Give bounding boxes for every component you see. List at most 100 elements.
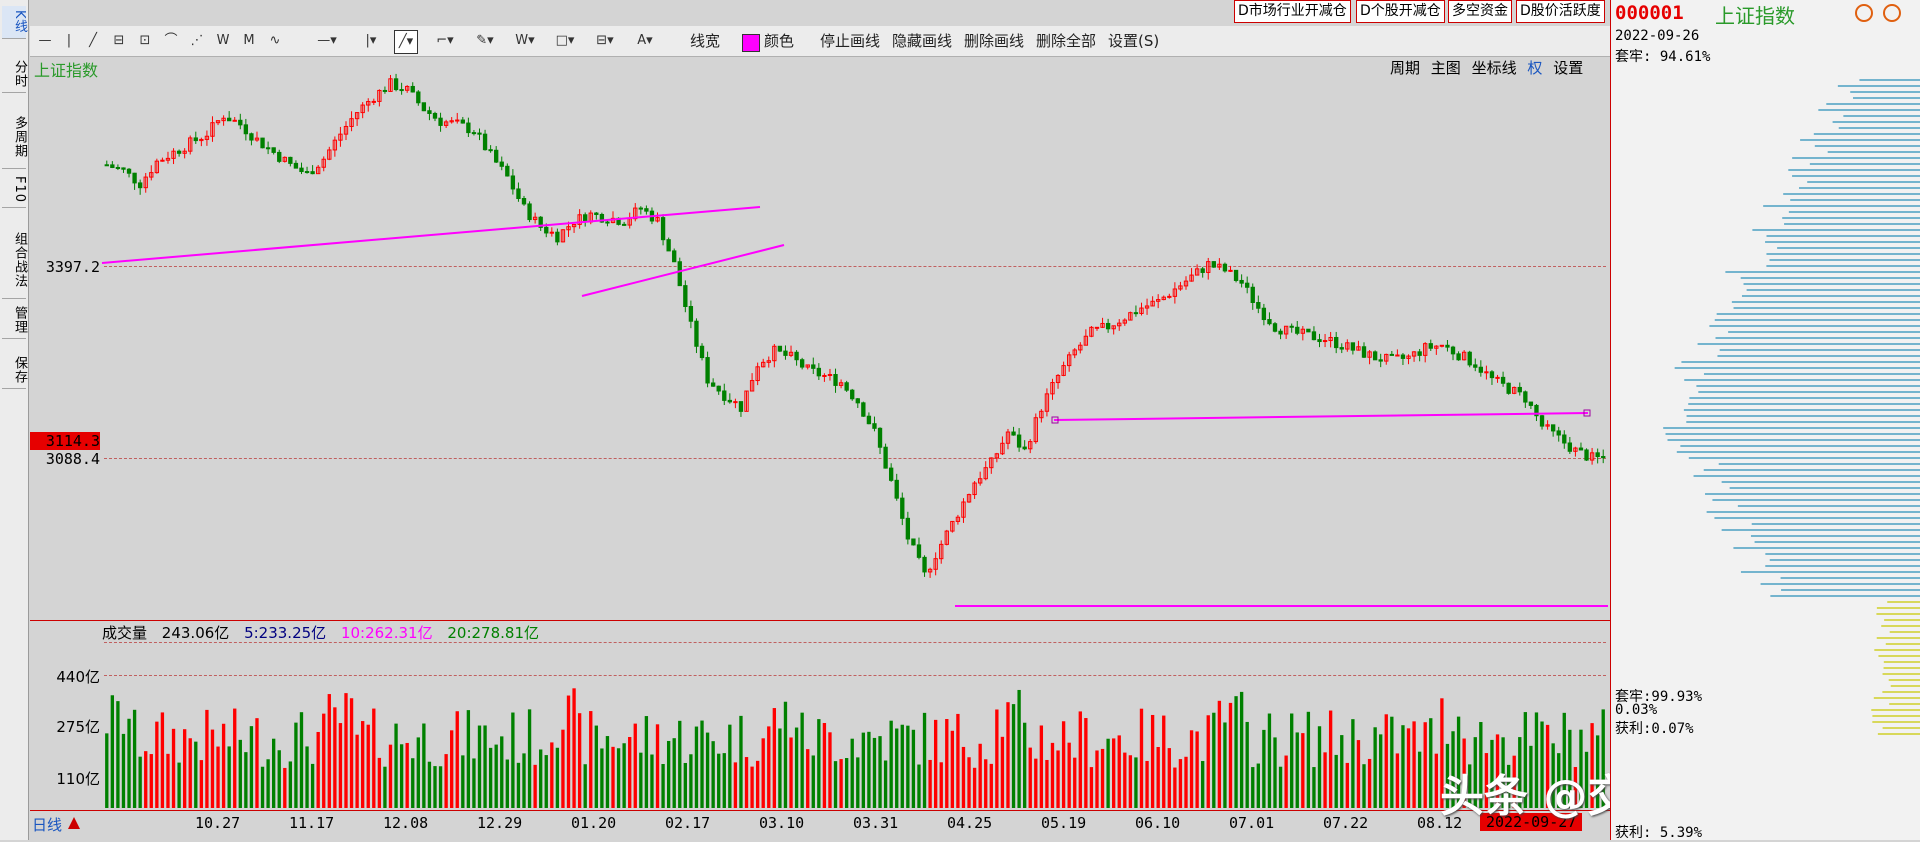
volume-bar (1000, 736, 1005, 808)
volume-bar (488, 747, 493, 808)
candle-body (1539, 415, 1545, 427)
candle-body (265, 147, 271, 150)
candlestick-svg (101, 73, 1608, 808)
candle-body (1322, 340, 1328, 343)
volume-bar (216, 746, 220, 808)
candle-body (1523, 391, 1528, 403)
candle-body (1528, 401, 1534, 406)
volume-bar (138, 756, 142, 808)
volume-bar (255, 718, 259, 808)
volume-bar (260, 766, 265, 808)
candle-body (126, 168, 132, 174)
volume-bar (1228, 702, 1233, 808)
candle-body (844, 382, 849, 391)
volume-bar (1367, 758, 1372, 808)
volume-bars-group (105, 688, 1605, 808)
volume-bar (1223, 722, 1227, 808)
volume-bar (772, 708, 777, 808)
volume-bar (316, 731, 320, 808)
volume-bar (1239, 691, 1244, 808)
volume-ma20: 20:278.81亿 (447, 624, 540, 642)
volume-bar (928, 759, 932, 808)
candle-body (850, 389, 855, 400)
volume-bar (1251, 767, 1255, 808)
candle-body (1022, 446, 1027, 450)
candle-body (1450, 346, 1456, 355)
candle-body (238, 119, 243, 126)
volume-bar (700, 720, 704, 808)
candle-body (783, 350, 788, 356)
candle-body (1200, 268, 1205, 273)
candle-body (644, 208, 649, 212)
volume-bar (883, 760, 888, 808)
candle-body (1311, 331, 1317, 341)
candle-body (683, 285, 688, 308)
volume-bar (110, 695, 115, 808)
volume-bar (1089, 767, 1094, 808)
volume-bar (628, 737, 632, 808)
x-tick-label: 11.17 (289, 814, 335, 832)
volume-bar (750, 766, 754, 808)
volume-bar (778, 728, 782, 808)
candle-body (1016, 434, 1022, 448)
volume-bar (589, 711, 593, 808)
candle-body (466, 122, 471, 134)
period-dropdown-icon[interactable] (68, 817, 80, 829)
volume-bar (477, 725, 482, 808)
volume-bar (661, 763, 665, 808)
volume-bar (683, 762, 687, 808)
volume-bar (783, 701, 788, 808)
volume-bar (533, 764, 537, 808)
volume-bar (822, 722, 827, 808)
volume-bar (144, 751, 148, 808)
candle-body (1211, 261, 1216, 268)
candle-body (1295, 326, 1300, 334)
volume-bar (972, 767, 977, 808)
volume-bar (1278, 766, 1283, 808)
volume-bar (294, 722, 298, 808)
x-tick-label: 04.25 (947, 814, 993, 832)
volume-bar (945, 719, 949, 808)
volume-bar (221, 723, 226, 808)
circle-icon-2[interactable] (1883, 4, 1901, 22)
candle-body (1256, 302, 1261, 309)
candle-body (410, 85, 415, 93)
volume-bar (411, 758, 415, 808)
volume-bar (594, 725, 598, 808)
volume-bar (1212, 712, 1216, 808)
volume-bar (483, 725, 487, 808)
profit-ratio: 获利:0.07% (1615, 721, 1694, 737)
volume-bar (1061, 721, 1066, 808)
circle-icon-1[interactable] (1855, 4, 1873, 22)
volume-bar (366, 724, 370, 808)
volume-bar (789, 737, 793, 808)
volume-bar (1379, 734, 1383, 808)
volume-bar (505, 759, 509, 808)
candle-body (1550, 424, 1556, 432)
volume-bar (288, 761, 293, 808)
candle-body (460, 119, 465, 124)
volume-bar (577, 713, 582, 808)
candle-body (1489, 371, 1495, 379)
volume-bar (1117, 735, 1121, 808)
volume-bar (522, 753, 526, 808)
candle-body (277, 151, 282, 162)
volume-bar (561, 729, 565, 808)
volume-bar (978, 743, 982, 808)
volume-bar (922, 712, 927, 808)
candle-body (482, 133, 488, 151)
volume-bar (605, 736, 610, 808)
candle-body (922, 556, 927, 573)
volume-bar (1256, 763, 1260, 808)
trend-line-channel (581, 244, 785, 297)
volume-bar (277, 750, 281, 808)
period-selector[interactable]: 日线 (32, 814, 62, 835)
volume-bar (550, 742, 554, 808)
candle-body (1222, 263, 1228, 272)
volume-bar (755, 760, 760, 808)
volume-bar (639, 752, 643, 808)
volume-bar (1095, 750, 1099, 808)
volume-bar (844, 758, 849, 808)
volume-bar (500, 736, 504, 808)
candle-body (271, 147, 276, 153)
